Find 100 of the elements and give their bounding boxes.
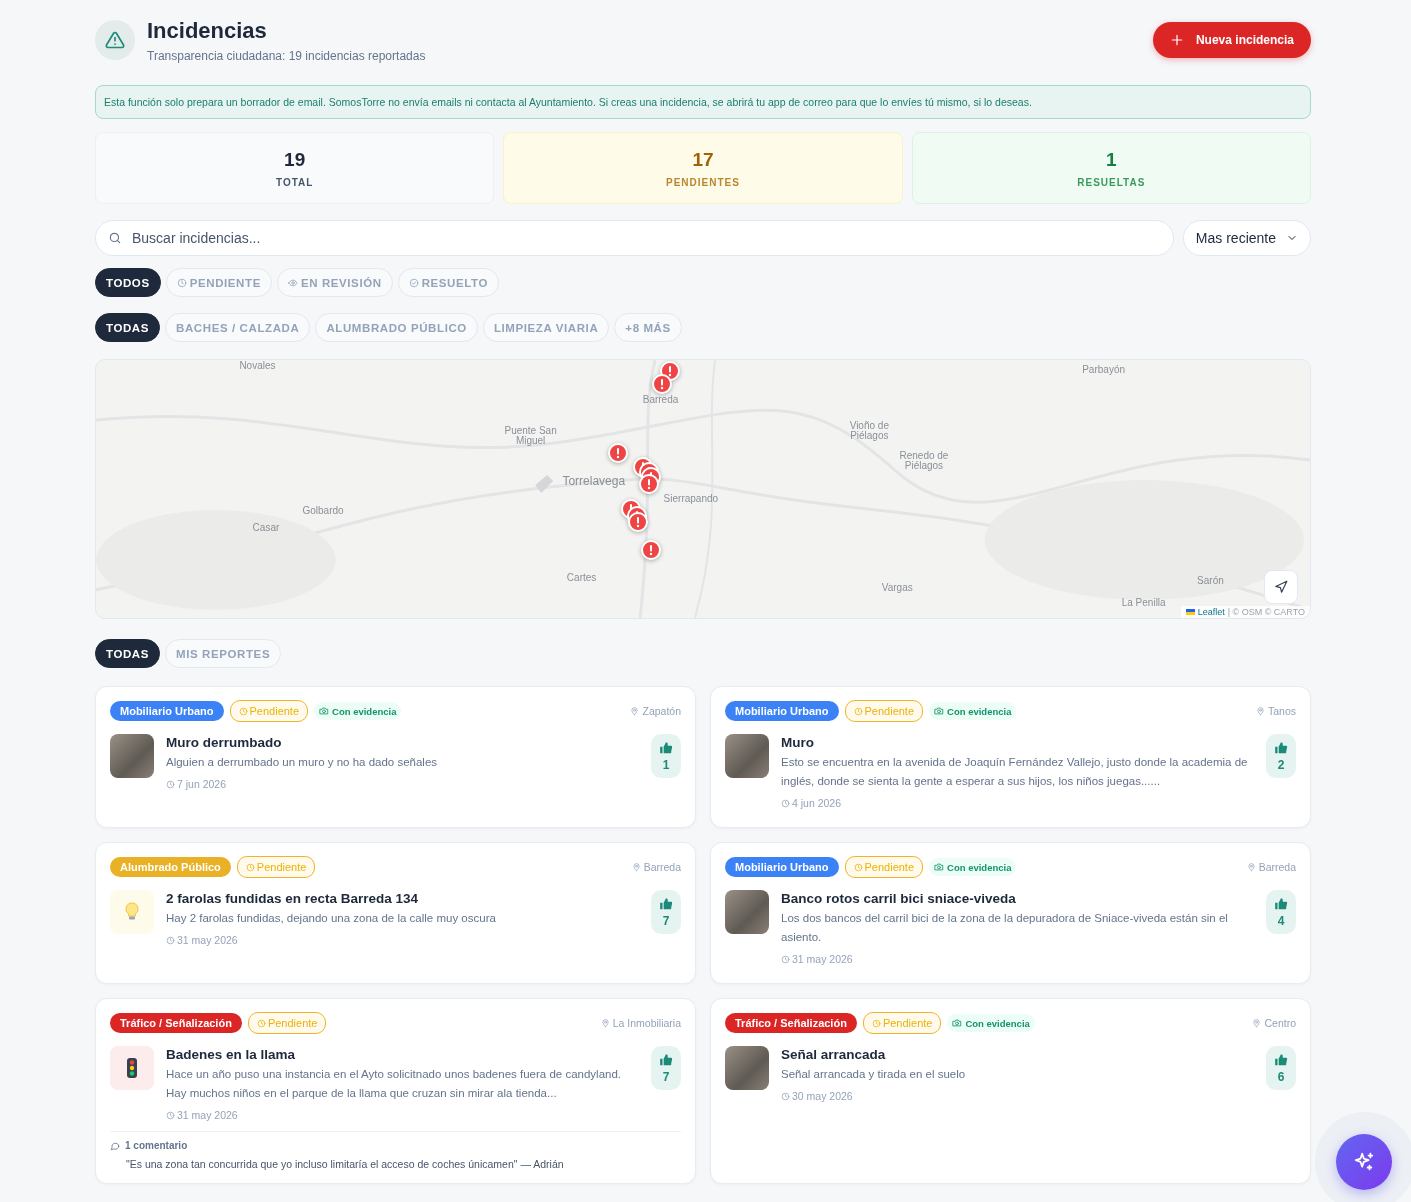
traffic-light-icon [127, 1058, 137, 1078]
vote-button[interactable]: 7 [651, 890, 681, 934]
marker-cluster-icon[interactable] [633, 457, 661, 494]
marker-cluster-icon[interactable] [621, 499, 648, 532]
incident-date: 31 may 2026 [177, 934, 238, 946]
location-label: Centro [1264, 1017, 1296, 1029]
incident-card[interactable]: Tráfico / Señalización Pendiente Con evidencia Centro Señal arrancada Señal arrancada y tirada en el suelo 30 may 2026 6 [710, 998, 1311, 1184]
incident-date: 31 may 2026 [177, 1109, 238, 1121]
map-place-label: Cartes [566, 573, 597, 583]
comment-count: 1 comentario [125, 1140, 188, 1151]
stat-value: 19 [284, 148, 306, 171]
clock-icon [781, 954, 790, 964]
locate-button[interactable] [1264, 570, 1298, 604]
category-filter-chip[interactable]: ALUMBRADO PÚBLICO [315, 313, 478, 342]
vote-button[interactable]: 1 [651, 734, 681, 778]
status-filter-chip[interactable]: PENDIENTE [165, 268, 272, 297]
search-icon [108, 231, 122, 245]
stat-label: TOTAL [275, 176, 314, 188]
attribution-link[interactable]: Leaflet [1197, 607, 1225, 617]
thumbs-up-icon [1274, 1052, 1288, 1067]
camera-icon [319, 706, 330, 716]
warning-icon [105, 30, 125, 50]
new-incident-button[interactable]: Nueva incidencia [1152, 22, 1311, 58]
map-place-label: Vioño de Piélagos [848, 420, 890, 441]
category-filter-chip[interactable]: BACHES / CALZADA [165, 313, 311, 342]
incident-card[interactable] [95, 998, 696, 1184]
incident-card[interactable]: Mobiliario Urbano Pendiente Con evidencia Zapatón Muro derrumbado Alguien a derrumbado un muro y no ha dado señales 7 jun 2026 1 [95, 686, 696, 828]
incident-marker-icon[interactable] [608, 443, 628, 463]
clock-icon [166, 1110, 175, 1120]
incident-date: 7 jun 2026 [177, 778, 227, 790]
incident-card[interactable]: Alumbrado Público Pendiente Barreda 2 farolas fundidas en recta Barreda 134 Hay 2 farolas fundidas, dejando una zona de la calle muy oscura 31 may 2026 7 [95, 842, 696, 984]
assistant-button[interactable] [1336, 1134, 1392, 1190]
map-attribution: | © OSM © CARTO [1227, 607, 1305, 617]
vote-button[interactable]: 4 [1266, 890, 1296, 934]
location-pin-icon [600, 1018, 610, 1028]
flag-icon [1185, 609, 1195, 615]
clock-icon [853, 706, 863, 716]
plus-icon [1169, 33, 1184, 47]
vote-button[interactable]: 7 [651, 1046, 681, 1090]
map-place-label: Sarón [1197, 575, 1224, 586]
map-place-label: Casar [252, 522, 280, 533]
lake-shape [535, 475, 554, 493]
location-pin-icon [1255, 706, 1265, 716]
camera-icon [952, 1018, 963, 1028]
map-place-label: Torrelavega [562, 475, 626, 488]
incident-title: 2 farolas fundidas en recta Barreda 134 [166, 891, 420, 906]
evidence-tag: Con evidencia [929, 702, 1017, 720]
location-label: Barreda [643, 861, 681, 873]
sort-dropdown[interactable]: Mas reciente [1182, 220, 1311, 256]
incident-description: Alguien a derrumbado un muro y no ha dado señales [166, 755, 439, 770]
category-filter-chip[interactable]: +8 MÁS [614, 313, 682, 342]
status-filter-chip[interactable]: TODOS [95, 268, 161, 297]
thumbs-up-icon [659, 1052, 673, 1067]
incident-title: Muro derrumbado [166, 735, 283, 750]
map-place-label: Novales [238, 361, 277, 372]
clock-icon [176, 277, 187, 288]
map-place-label: Barreda [642, 395, 679, 405]
incident-date: 31 may 2026 [792, 953, 853, 965]
vote-button[interactable]: 6 [1266, 1046, 1296, 1090]
category-filter-chip[interactable]: TODAS [95, 313, 161, 342]
eye-icon [287, 277, 298, 288]
map-place-label: La Penilla [1121, 597, 1166, 608]
stat-value: 17 [692, 148, 714, 171]
clock-icon [166, 935, 175, 945]
thumbs-up-icon [659, 896, 673, 911]
incident-description: Hace un año puso una instancia en el Ayto solicitnado unos badenes fuera de candyland. Hay muchos niños en el parque de la llama que cruzan sin mirar ala tienda... [166, 1067, 622, 1101]
incident-title: Señal arrancada [781, 1047, 887, 1062]
incident-description: Los dos bancos del carril bici de la zona de la depuradora de Sniace-viveda están sin el asiento. [781, 911, 1229, 945]
vote-button[interactable]: 2 [1266, 734, 1296, 778]
map[interactable]: Novales Barreda Puente San Miguel Golbardo Casar Torrelavega Sierrapando Cartes Parbayón Vioño de Piélagos Renedo de Piélagos Vargas Sarón La Penilla Leaflet | © OSM © CARTO [95, 359, 1311, 619]
incident-card[interactable]: Mobiliario Urbano Pendiente Con evidencia Barreda Banco rotos carril bici sniace-viveda Los dos bancos del carril bici de la zona de la depuradora de Sniace-viveda están sin el asiento. 31 may 2026 4 [710, 842, 1311, 984]
category-tag: Mobiliario Urbano [725, 701, 839, 721]
map-place-label: Puente San Miguel [503, 426, 558, 447]
camera-icon [934, 706, 945, 716]
incident-description: Esto se encuentra en la avenida de Joaquín Fernández Vallejo, justo donde la academia de inglés, donde se sienta la gente a esperar a sus hijos, los niños juegas...... [781, 755, 1249, 789]
evidence-tag: Con evidencia [929, 858, 1017, 876]
marker-cluster-icon[interactable] [652, 361, 680, 394]
info-notice: Esta función solo prepara un borrador de email. SomosTorre no envía emails ni contacta al Ayuntamiento. Si creas una incidencia, se abrirá tu app de correo para que lo envíes tú mismo, si lo deseas. [95, 85, 1311, 119]
photo-placeholder [725, 890, 769, 934]
status-filter-chip[interactable]: RESUELTO [397, 268, 499, 297]
clock-icon [256, 1018, 266, 1028]
location-label: La Inmobiliaria [612, 1017, 681, 1029]
incident-marker-icon[interactable] [641, 540, 661, 560]
check-circle-icon [408, 277, 419, 288]
category-tag: Mobiliario Urbano [725, 857, 839, 877]
search-field[interactable]: Buscar incidencias... [95, 220, 1174, 256]
status-filter-chip[interactable]: EN REVISIÓN [276, 268, 393, 297]
map-place-label: Renedo de Piélagos [898, 450, 950, 471]
category-filter-chip[interactable]: LIMPIEZA VIARIA [482, 313, 610, 342]
scope-tab[interactable]: TODAS [95, 639, 161, 668]
scope-tab[interactable]: MIS REPORTES [165, 639, 282, 668]
light-bulb-icon [125, 902, 139, 922]
category-tag: Tráfico / Señalización [725, 1013, 857, 1033]
incident-card[interactable] [710, 686, 1311, 828]
thumbs-up-icon [1274, 896, 1288, 911]
map-place-label: Sierrapando [663, 494, 719, 505]
incident-title: Muro [781, 735, 815, 750]
clock-icon [238, 706, 248, 716]
location-label: Barreda [1258, 861, 1296, 873]
thumbs-up-icon [659, 740, 673, 755]
